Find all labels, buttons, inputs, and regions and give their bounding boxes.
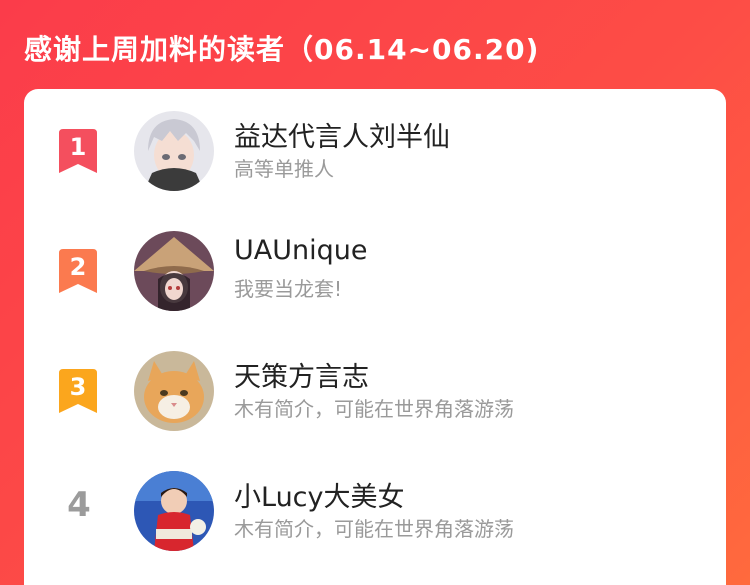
reader-name-1: 益达代言人刘半仙 [234, 122, 450, 153]
reader-name-4: 小Lucy大美女 [234, 482, 405, 513]
rank-1-number: 1 [70, 133, 87, 161]
rank-2-badge-icon: 2 [57, 249, 99, 293]
rank-1-badge-icon: 1 [57, 129, 99, 173]
anime-silver-hair-avatar-icon [134, 111, 214, 191]
avatar-4[interactable] [134, 471, 214, 551]
reader-row-3[interactable]: 3 天策方言志 木有简介，可能在世界角落游荡 [24, 329, 726, 431]
reader-bio-2: 我要当龙套! [234, 277, 343, 301]
reader-bio-4: 木有简介，可能在世界角落游荡 [234, 517, 514, 541]
reader-row-2[interactable]: 2 UAUnique 我要当龙套! [24, 209, 726, 311]
readers-panel: 感谢上周加料的读者（06.14~06.20) 1 益达代言人刘半仙 高等单推人 … [0, 0, 750, 585]
avatar-2[interactable] [134, 231, 214, 311]
rank-3-number: 3 [70, 373, 87, 401]
avatar-1[interactable] [134, 111, 214, 191]
orange-cat-avatar-icon [134, 351, 214, 431]
avatar-3[interactable] [134, 351, 214, 431]
reader-row-1[interactable]: 1 益达代言人刘半仙 高等单推人 [24, 89, 726, 191]
panel-title: 感谢上周加料的读者（06.14~06.20) [24, 33, 540, 66]
rank-2-number: 2 [70, 253, 87, 281]
child-photo-avatar-icon [134, 471, 214, 551]
reader-row-4[interactable]: 4 小Lucy大美女 木有简介，可能在世界角落游荡 [24, 449, 726, 551]
rank-4-number: 4 [67, 485, 91, 525]
reader-bio-1: 高等单推人 [234, 157, 334, 181]
reader-name-3: 天策方言志 [234, 362, 369, 393]
readers-card: 1 益达代言人刘半仙 高等单推人 2 UAUnique 我要当龙套! 3 天策方… [24, 89, 726, 585]
anime-straw-hat-avatar-icon [134, 231, 214, 311]
rank-3-badge-icon: 3 [57, 369, 99, 413]
reader-name-2: UAUnique [234, 235, 368, 266]
reader-bio-3: 木有简介，可能在世界角落游荡 [234, 397, 514, 421]
